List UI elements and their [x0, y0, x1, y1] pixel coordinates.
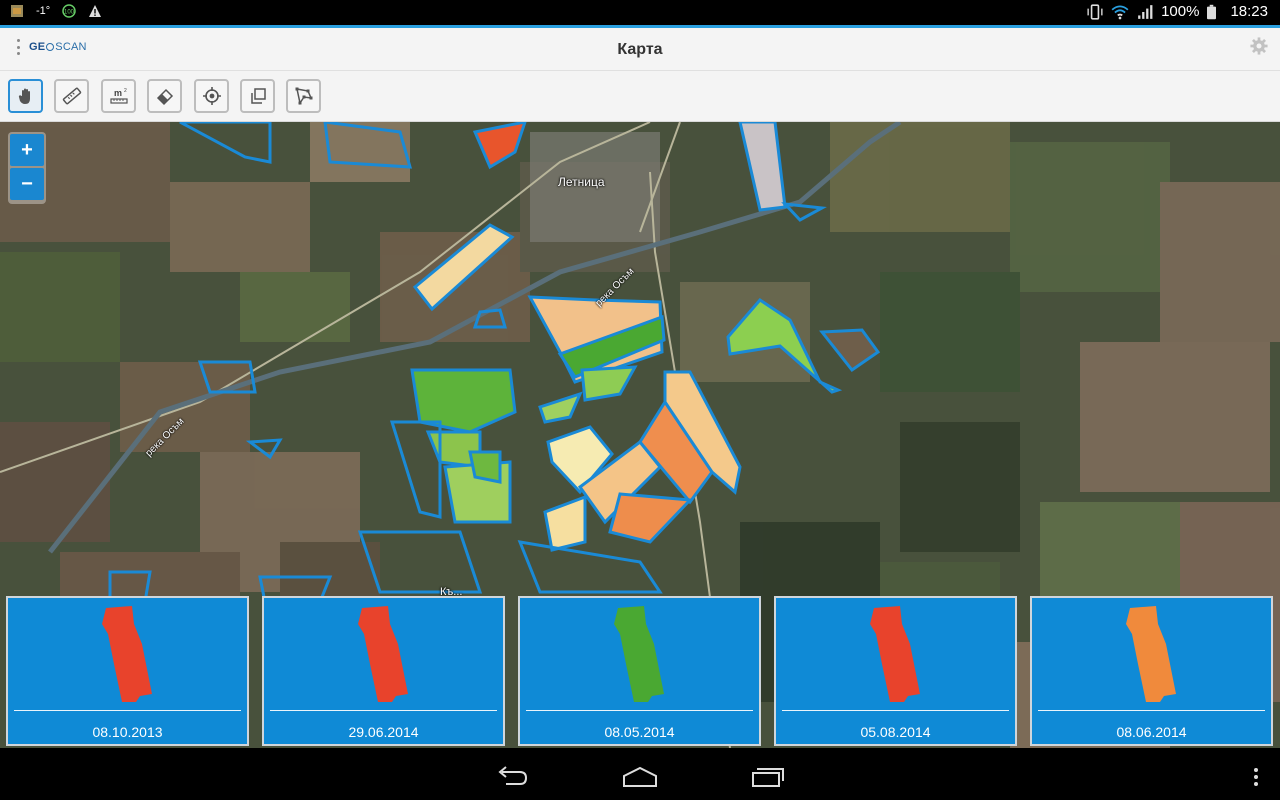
battery-icon [1207, 4, 1217, 19]
svg-text:100: 100 [64, 10, 75, 16]
field-thumbnail-icon [614, 606, 664, 702]
area-m2-icon: m2 [109, 88, 128, 104]
clock: 18:23 [1230, 3, 1268, 20]
zoom-out-button[interactable]: − [10, 168, 44, 200]
vibrate-icon [1087, 3, 1103, 20]
badge-icon: 100 [62, 4, 76, 18]
polygon-tool-button[interactable] [286, 79, 321, 113]
field-shape [102, 606, 152, 702]
home-icon[interactable] [622, 764, 658, 788]
hand-icon [18, 88, 30, 104]
town-label: Летница [558, 175, 605, 189]
warning-icon [89, 5, 102, 17]
field-thumbnail-icon [358, 606, 408, 702]
copy-icon [250, 88, 266, 104]
history-date: 08.06.2014 [1116, 724, 1187, 740]
field-thumbnail-icon [1126, 606, 1176, 702]
eraser-tool-button[interactable] [147, 79, 182, 113]
app-icon [11, 5, 23, 17]
temperature-text: -1° [36, 5, 51, 17]
history-date: 08.10.2013 [92, 724, 163, 740]
field-shape [1126, 606, 1176, 702]
ruler-icon [62, 87, 81, 105]
field-shape [614, 606, 664, 702]
back-icon[interactable] [494, 764, 530, 788]
status-bar: -1° 100 100% 18:23 [0, 0, 1280, 25]
svg-text:m: m [113, 88, 121, 98]
field-shape [358, 606, 408, 702]
field-thumbnail-icon [870, 606, 920, 702]
zoom-control: + − [8, 132, 46, 204]
ruler-tool-button[interactable] [54, 79, 89, 113]
battery-percent: 100% [1161, 3, 1200, 20]
system-nav-bar [0, 752, 1280, 800]
field-history-strip: 08.10.2013 29.06.2014 08.05.2014 05.08.2… [0, 594, 1280, 748]
page-title: Карта [617, 41, 663, 58]
history-card[interactable]: 08.10.2013 [6, 596, 249, 746]
copy-tool-button[interactable] [240, 79, 275, 113]
history-card[interactable]: 05.08.2014 [774, 596, 1017, 746]
eraser-icon [156, 88, 173, 106]
svg-text:2: 2 [124, 88, 127, 94]
zoom-in-button[interactable]: + [10, 134, 44, 166]
crosshair-icon [202, 87, 221, 105]
locate-tool-button[interactable] [194, 79, 229, 113]
history-card[interactable]: 08.06.2014 [1030, 596, 1273, 746]
history-date: 29.06.2014 [348, 724, 419, 740]
history-card[interactable]: 29.06.2014 [262, 596, 505, 746]
pan-tool-button[interactable] [8, 79, 43, 113]
signal-icon [1138, 4, 1153, 19]
history-card[interactable]: 08.05.2014 [518, 596, 761, 746]
gear-icon[interactable] [1250, 37, 1268, 55]
area-tool-button[interactable]: m2 [101, 79, 136, 113]
history-date: 08.05.2014 [604, 724, 675, 740]
wifi-icon [1111, 4, 1129, 19]
field-shape [870, 606, 920, 702]
field-thumbnail-icon [102, 606, 152, 702]
app-header: GE SCAN Карта [0, 28, 1280, 71]
polygon-icon [295, 87, 312, 105]
map-toolbar: m2 [0, 71, 1280, 122]
recents-icon[interactable] [750, 764, 786, 788]
history-date: 05.08.2014 [860, 724, 931, 740]
overflow-menu-icon[interactable] [1254, 768, 1258, 786]
